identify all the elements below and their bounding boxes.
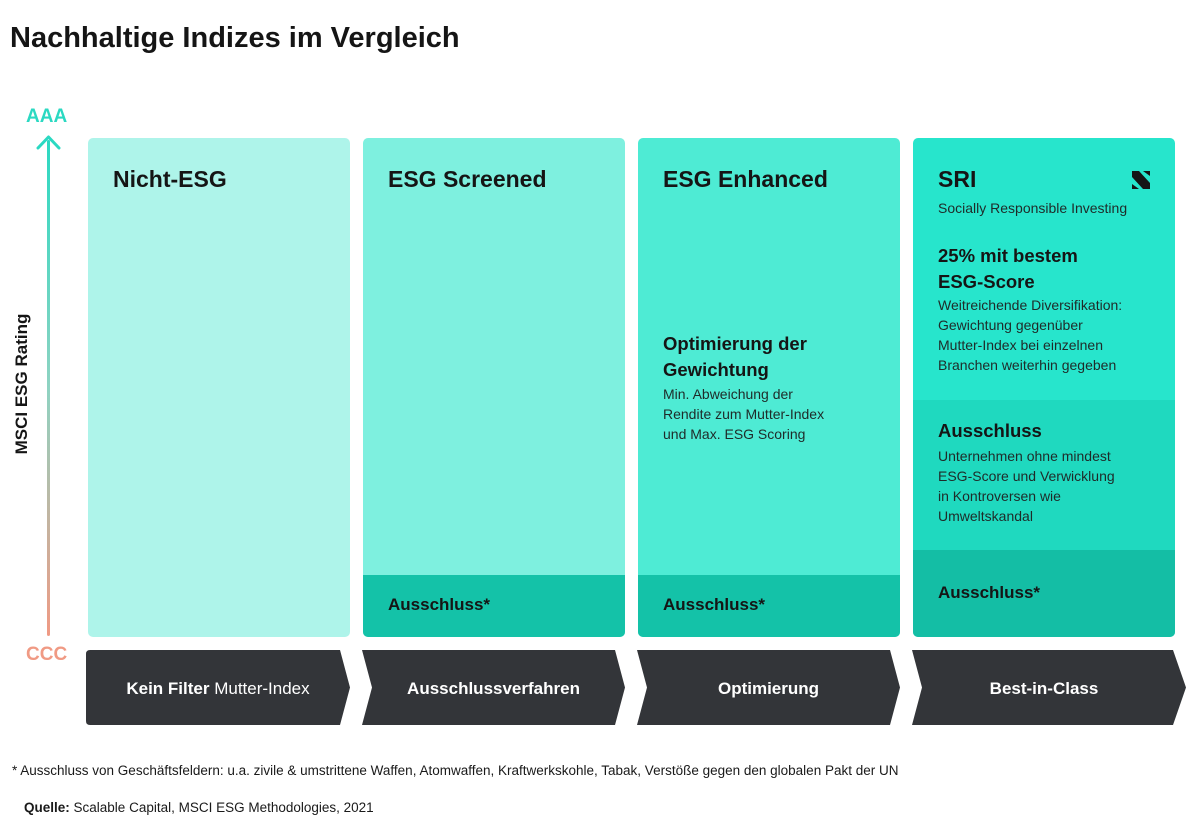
optimization-text-line: und Max. ESG Scoring [663,426,806,442]
column-sri: SRI Socially Responsible Investing 25% m… [913,138,1175,637]
best-heading-line-1: 25% mit bestem [938,245,1078,266]
column-title: Nicht-ESG [113,166,227,192]
exclusion-label: Ausschluss* [938,583,1041,602]
filter-chevron-optimierung: Optimierung [637,650,900,725]
filter-label: Ausschlussverfahren [407,679,580,698]
filter-chevron-ausschlussverfahren: Ausschlussverfahren [362,650,625,725]
exclusion-controversy-band: Ausschluss Unternehmen ohne mindest ESG-… [913,400,1175,550]
scalable-logo-icon [1132,171,1150,189]
exclusion-label: Ausschluss* [388,595,491,614]
axis-title: MSCI ESG Rating [12,313,31,455]
arrow-up-icon [36,135,61,150]
exclusion-label: Ausschluss* [663,595,766,614]
column-esg-screened: ESG Screened Ausschluss* [363,138,625,637]
exclusion-controversy-line: Unternehmen ohne mindest [938,448,1111,464]
footnote: * Ausschluss von Geschäftsfeldern: u.a. … [12,763,899,778]
source-note: Quelle: Scalable Capital, MSCI ESG Metho… [24,800,374,815]
axis-bottom-label: CCC [26,644,68,665]
column-title: ESG Screened [388,166,547,192]
best-text-line: Mutter-Index bei einzelnen [938,337,1103,353]
axis-line [47,140,50,636]
column-esg-enhanced: ESG Enhanced Optimierung der Gewichtung … [638,138,900,637]
column-title: ESG Enhanced [663,166,828,192]
exclusion-controversy-heading: Ausschluss [938,420,1042,441]
axis-top-label: AAA [26,106,68,127]
page-title: Nachhaltige Indizes im Vergleich [10,22,460,54]
source-label: Quelle: [24,800,70,815]
best-text-line: Branchen weiterhin gegeben [938,357,1117,373]
column-nicht-esg: Nicht-ESG [88,138,350,637]
optimization-text-line: Rendite zum Mutter-Index [663,406,825,422]
source-text: Scalable Capital, MSCI ESG Methodologies… [73,800,374,815]
exclusion-controversy-line: in Kontroversen wie [938,488,1061,504]
optimization-heading-line-2: Gewichtung [663,359,769,380]
best-heading-line-2: ESG-Score [938,271,1035,292]
filter-chevron-kein-filter: Kein Filter Mutter-Index [86,650,350,725]
filter-label: Best-in-Class [989,679,1099,698]
best-text-line: Weitreichende Diversifikation: [938,297,1123,313]
best-text-line: Gewichtung gegenüber [938,317,1083,333]
filter-chevron-best-in-class: Best-in-Class [912,650,1186,725]
exclusion-band: Ausschluss* [913,550,1175,637]
optimization-heading-line-1: Optimierung der [663,333,807,354]
exclusion-band: Ausschluss* [363,575,625,637]
column-subtitle: Socially Responsible Investing [938,200,1128,216]
filter-label: Optimierung [717,679,820,698]
exclusion-controversy-line: ESG-Score und Verwicklung [938,468,1115,484]
filter-label: Kein Filter Mutter-Index [126,679,310,698]
optimization-text-line: Min. Abweichung der [663,386,793,402]
column-title: SRI [938,166,977,192]
exclusion-band: Ausschluss* [638,575,900,637]
exclusion-controversy-line: Umweltskandal [938,508,1033,524]
filter-row: Kein Filter Mutter-Index Ausschlussverfa… [86,650,1186,725]
